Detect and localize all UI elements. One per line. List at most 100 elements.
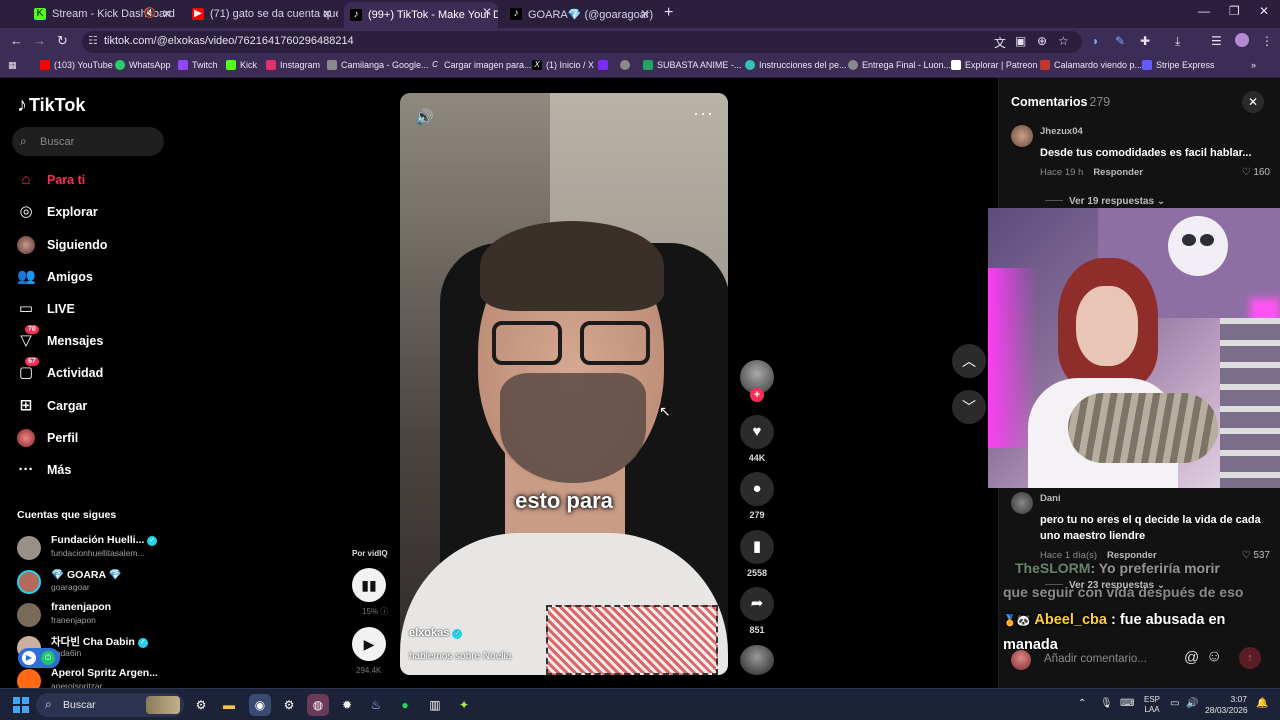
next-video-button[interactable]: ﹀ — [952, 390, 986, 424]
nav-perfil[interactable]: Perfil — [17, 427, 78, 449]
bookmark-instagram[interactable]: Instagram — [266, 60, 320, 70]
bookmark-star-icon[interactable]: ☆ — [1058, 34, 1069, 48]
more-bookmarks-icon[interactable]: » — [1251, 60, 1256, 70]
view-replies-button[interactable]: Ver 19 respuestas ⌄ — [1045, 196, 1165, 207]
add-comment-input[interactable] — [1044, 650, 1180, 668]
search-input[interactable] — [40, 133, 158, 150]
address-bar[interactable]: ☷ tiktok.com/@elxokas/video/762164176029… — [82, 31, 1082, 53]
bookmark-subasta[interactable]: SUBASTA ANIME -... — [643, 60, 741, 70]
file-explorer-icon[interactable]: ▬ — [218, 694, 240, 716]
follow-plus-icon[interactable]: + — [750, 388, 764, 402]
tab-kick-dashboard[interactable]: K Stream - Kick Dashboard 🔇 ✕ — [28, 4, 178, 24]
nav-para-ti[interactable]: ⌂ Para ti — [17, 169, 85, 191]
bookmark-cargar-imagen[interactable]: C Cargar imagen para... — [430, 60, 531, 70]
nav-actividad[interactable]: ▢ 67 Actividad — [17, 357, 103, 384]
nav-cargar[interactable]: ⊞ Cargar — [17, 395, 88, 417]
apps-icon[interactable]: ▦ — [8, 60, 17, 71]
settings-icon[interactable]: ⚙ — [278, 694, 300, 716]
nav-mensajes[interactable]: ▽ 70 Mensajes — [17, 325, 103, 352]
new-tab-button[interactable]: + — [664, 4, 673, 22]
nav-explorar[interactable]: ◎ Explorar — [17, 201, 97, 223]
comment-username[interactable]: Dani — [1040, 493, 1061, 504]
install-app-icon[interactable]: ▣ — [1015, 34, 1026, 48]
vidiq-stats-button[interactable]: ▮▮ — [352, 568, 386, 602]
bookmark-whatsapp[interactable]: WhatsApp — [115, 60, 171, 70]
obs-icon[interactable]: ◍ — [307, 694, 329, 716]
volume-icon[interactable]: 🔊 — [415, 108, 434, 126]
language-indicator[interactable]: ESP LAA — [1144, 695, 1160, 715]
reply-button[interactable]: Responder — [1093, 167, 1143, 178]
video-player[interactable]: 🔊 ··· esto para elxokas ✓ hablemos sobre … — [400, 93, 728, 675]
avatar[interactable] — [1011, 125, 1033, 147]
comment-like-button[interactable]: ♡ 160 — [1242, 167, 1270, 178]
steam-icon[interactable]: ♨ — [365, 694, 387, 716]
bookmark-entrega-final[interactable]: Entrega Final - Luon... — [848, 60, 951, 70]
close-tab-icon[interactable]: ✕ — [482, 2, 492, 22]
microphone-icon[interactable]: 🎙 — [1100, 698, 1113, 709]
following-account[interactable]: franenjapon franenjapon — [17, 600, 177, 630]
comment-button[interactable]: ● 279 — [739, 472, 775, 520]
previous-video-button[interactable]: ︿ — [952, 344, 986, 378]
info-icon[interactable]: ⓘ — [380, 607, 388, 616]
app-icon[interactable]: ▥ — [424, 694, 446, 716]
copilot-icon[interactable]: ⚙ — [190, 694, 212, 716]
chrome-icon[interactable]: ◉ — [249, 694, 271, 716]
app-icon[interactable]: ✦ — [453, 694, 475, 716]
maximize-icon[interactable]: ❐ — [1229, 4, 1240, 18]
site-info-icon[interactable]: ☷ — [88, 34, 98, 47]
share-button[interactable]: ➦ 851 — [739, 587, 775, 635]
close-tab-icon[interactable]: ✕ — [322, 4, 332, 24]
tab-search-icon[interactable]: ☰ — [1211, 34, 1222, 48]
floating-widget[interactable]: ▶ ⏻ — [18, 648, 60, 668]
nav-live[interactable]: ▭ LIVE — [17, 298, 75, 320]
more-options-icon[interactable]: ··· — [693, 103, 714, 124]
volume-icon[interactable]: 🔊 — [1186, 698, 1198, 709]
reload-icon[interactable]: ↻ — [57, 33, 68, 49]
bookmark-kick[interactable]: Kick — [226, 60, 257, 70]
network-icon[interactable]: ▭ — [1170, 698, 1179, 709]
emoji-icon[interactable]: ☺ — [1206, 648, 1222, 666]
close-tab-icon[interactable]: ✕ — [640, 4, 650, 24]
mute-icon[interactable]: 🔇 — [144, 4, 156, 24]
following-account[interactable]: Fundación Huelli... ✓ fundacionhuellitasa… — [17, 533, 177, 563]
taskbar-clock[interactable]: 3:07 28/03/2026 — [1205, 694, 1248, 716]
extension-icon[interactable]: ◗ — [1092, 34, 1099, 48]
bookmark-twitch[interactable]: Twitch — [178, 60, 218, 70]
video-author[interactable]: elxokas ✓ — [409, 627, 463, 639]
zoom-icon[interactable]: ⊕ — [1037, 34, 1047, 48]
like-button[interactable]: ♥ 44K — [739, 415, 775, 463]
close-comments-button[interactable]: ✕ — [1242, 91, 1264, 113]
search-box[interactable]: ⌕ — [12, 127, 164, 156]
tab-youtube[interactable]: ▶ (71) gato se da cuenta que lo g ✕ — [186, 4, 338, 24]
tab-goara[interactable]: ♪ GOARA💎 (@goaragoar) | T ✕ — [504, 4, 656, 24]
bookmark-globe[interactable] — [620, 60, 634, 70]
bookmark-stripe[interactable]: Stripe Express — [1142, 60, 1215, 70]
profile-icon[interactable] — [1235, 33, 1249, 47]
keyboard-icon[interactable]: ⌨ — [1120, 698, 1134, 709]
nav-amigos[interactable]: 👥 Amigos — [17, 266, 93, 288]
save-button[interactable]: ▮ 2558 — [739, 530, 775, 578]
taskbar-search[interactable]: ⌕ Buscar — [36, 693, 184, 717]
gear-app-icon[interactable]: ✹ — [336, 694, 358, 716]
bookmark-calamardo[interactable]: Calamardo viendo p... — [1040, 60, 1142, 70]
comment-username[interactable]: Jhezux04 — [1040, 126, 1083, 137]
vidiq-play-button[interactable]: ▶ — [352, 627, 386, 661]
bookmark-camilanga[interactable]: Camilanga - Google... — [327, 60, 429, 70]
send-comment-button[interactable]: ↑ — [1239, 647, 1261, 669]
notifications-icon[interactable]: 🔔 — [1256, 698, 1268, 709]
tiktok-logo[interactable]: ♪ TikTok — [17, 94, 85, 117]
close-tab-icon[interactable]: ✕ — [162, 4, 172, 24]
forward-icon[interactable]: → — [33, 33, 46, 48]
download-icon[interactable]: ⤓ — [1175, 34, 1180, 49]
translate-icon[interactable]: 文 — [994, 34, 1006, 51]
minimize-icon[interactable]: — — [1198, 4, 1210, 18]
extensions-puzzle-icon[interactable]: ✚ — [1140, 34, 1150, 48]
bookmark-instrucciones[interactable]: Instrucciones del pe... — [745, 60, 847, 70]
following-account[interactable]: 💎 GOARA 💎 goaragoar — [17, 567, 177, 597]
mention-icon[interactable]: @ — [1184, 649, 1199, 666]
comment-like-button[interactable]: ♡ 537 — [1242, 550, 1270, 561]
tray-overflow-icon[interactable]: ⌃ — [1078, 698, 1086, 709]
avatar[interactable] — [1011, 492, 1033, 514]
next-creator-avatar[interactable] — [740, 645, 774, 675]
bookmark-x[interactable]: X (1) Inicio / X — [532, 60, 594, 70]
